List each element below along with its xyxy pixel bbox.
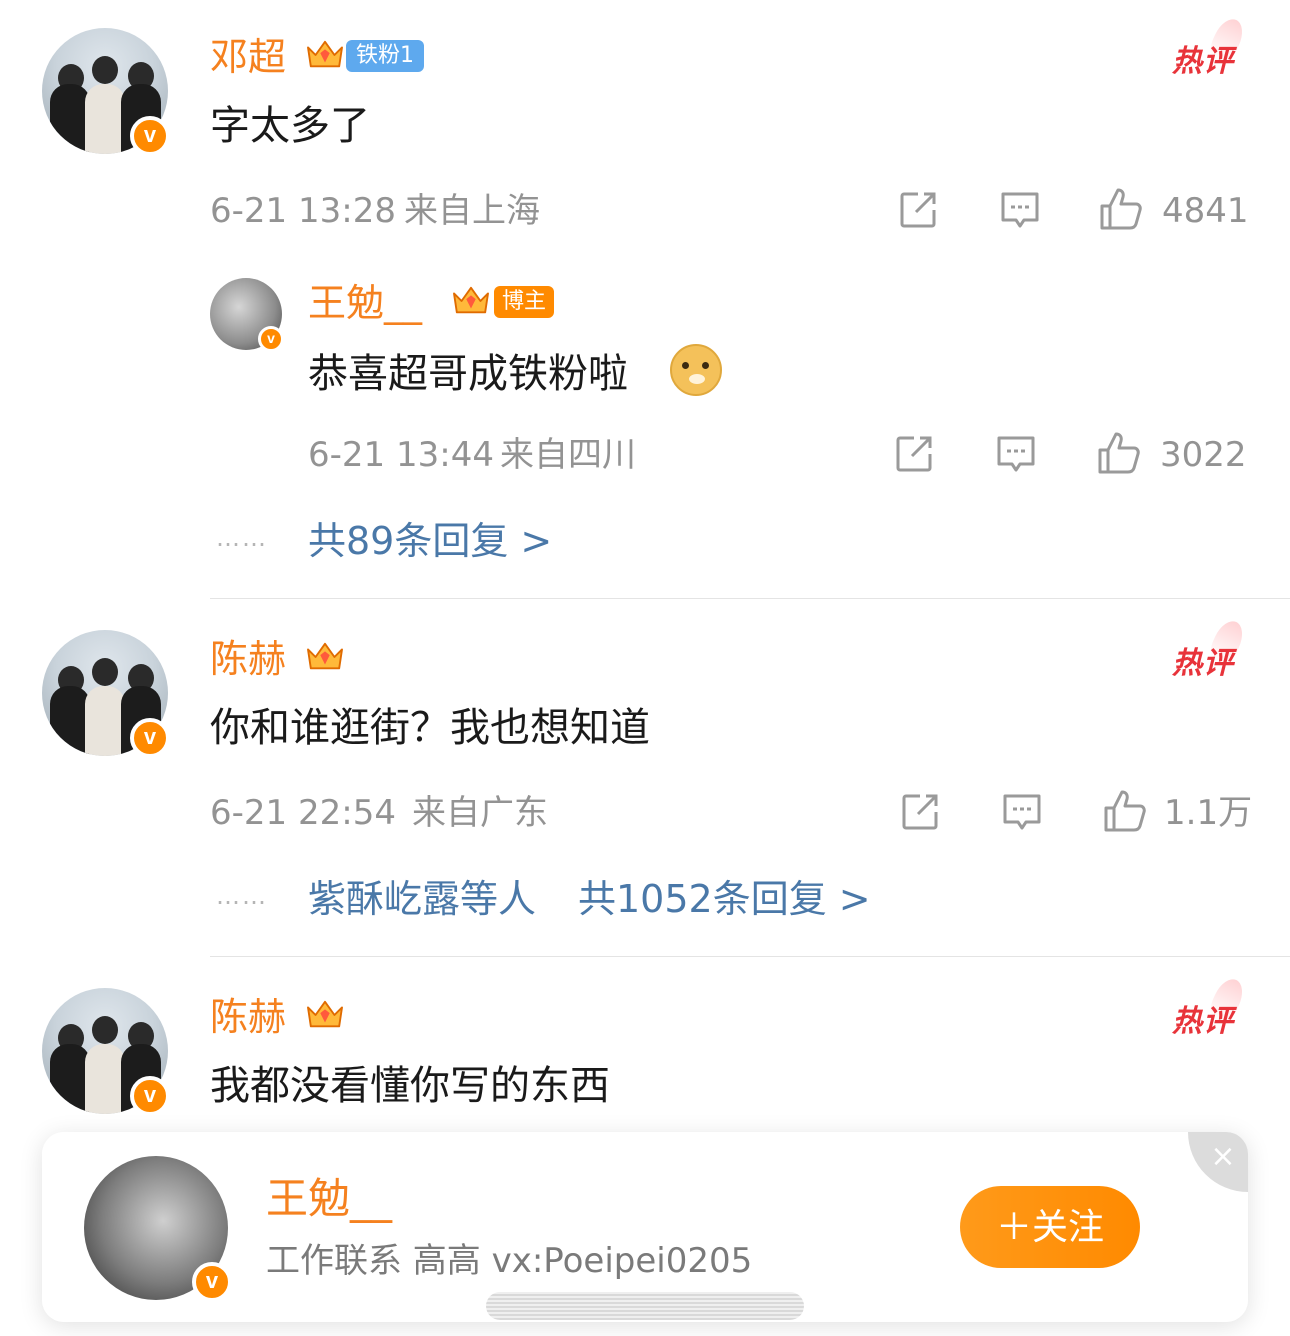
ellipsis: …… bbox=[216, 524, 268, 552]
share-icon[interactable] bbox=[896, 188, 940, 232]
comment-text: 字太多了 bbox=[210, 103, 370, 149]
reply-location: 来自四川 bbox=[500, 435, 636, 475]
reply-time: 6-21 13:44 bbox=[308, 435, 494, 475]
blogger-tag: 博主 bbox=[494, 286, 555, 318]
share-icon[interactable] bbox=[898, 790, 942, 834]
comment-text: 我都没看懂你写的东西 bbox=[210, 1063, 610, 1109]
verified-icon: v bbox=[130, 1076, 170, 1116]
reply-text: 恭喜超哥成铁粉啦 bbox=[308, 351, 628, 397]
home-indicator bbox=[486, 1292, 804, 1320]
share-icon[interactable] bbox=[892, 432, 936, 476]
follow-button[interactable]: ＋关注 bbox=[960, 1186, 1140, 1268]
doge-emoji-icon bbox=[670, 344, 722, 396]
close-icon[interactable]: × bbox=[1188, 1132, 1248, 1192]
replies-prefix[interactable]: 紫酥屹露等人 bbox=[308, 880, 536, 918]
crown-icon bbox=[304, 38, 346, 72]
comment-time: 6-21 22:54 bbox=[210, 793, 396, 833]
verified-icon: v bbox=[130, 718, 170, 758]
verified-icon: v bbox=[130, 116, 170, 156]
comment-text: 你和谁逛街？我也想知道 bbox=[210, 705, 650, 751]
like-icon[interactable] bbox=[1096, 186, 1144, 234]
comment-location: 来自上海 bbox=[404, 191, 540, 231]
replies-link[interactable]: 共89条回复 > bbox=[308, 522, 552, 560]
reply-username[interactable]: 王勉__ bbox=[308, 284, 422, 322]
crown-icon bbox=[304, 998, 346, 1032]
hot-comment-badge: 热评 bbox=[1172, 44, 1234, 79]
comment-icon[interactable] bbox=[998, 188, 1042, 232]
crown-icon bbox=[450, 284, 492, 318]
popup-name[interactable]: 王勉__ bbox=[266, 1178, 392, 1220]
verified-icon: v bbox=[258, 326, 284, 352]
comment-location: 来自广东 bbox=[412, 793, 548, 833]
comment-icon[interactable] bbox=[994, 432, 1038, 476]
username[interactable]: 邓超 bbox=[210, 38, 286, 76]
like-count: 1.1万 bbox=[1164, 793, 1253, 833]
comment-time: 6-21 13:28 bbox=[210, 191, 396, 231]
divider bbox=[210, 956, 1290, 957]
hot-comment-badge: 热评 bbox=[1172, 646, 1234, 681]
divider bbox=[210, 598, 1290, 599]
username[interactable]: 陈赫 bbox=[210, 998, 286, 1036]
fan-tag[interactable]: 铁粉1 bbox=[346, 40, 424, 72]
like-icon[interactable] bbox=[1094, 430, 1142, 478]
like-count: 3022 bbox=[1160, 435, 1247, 475]
like-icon[interactable] bbox=[1100, 788, 1148, 836]
comment-icon[interactable] bbox=[1000, 790, 1044, 834]
like-count: 4841 bbox=[1162, 191, 1249, 231]
ellipsis: …… bbox=[216, 882, 268, 910]
popup-description: 工作联系 高高 vx:Poeipei0205 bbox=[266, 1241, 753, 1281]
crown-icon bbox=[304, 640, 346, 674]
replies-link[interactable]: 共1052条回复 > bbox=[578, 880, 871, 918]
verified-icon: v bbox=[192, 1262, 232, 1302]
hot-comment-badge: 热评 bbox=[1172, 1004, 1234, 1039]
username[interactable]: 陈赫 bbox=[210, 640, 286, 678]
